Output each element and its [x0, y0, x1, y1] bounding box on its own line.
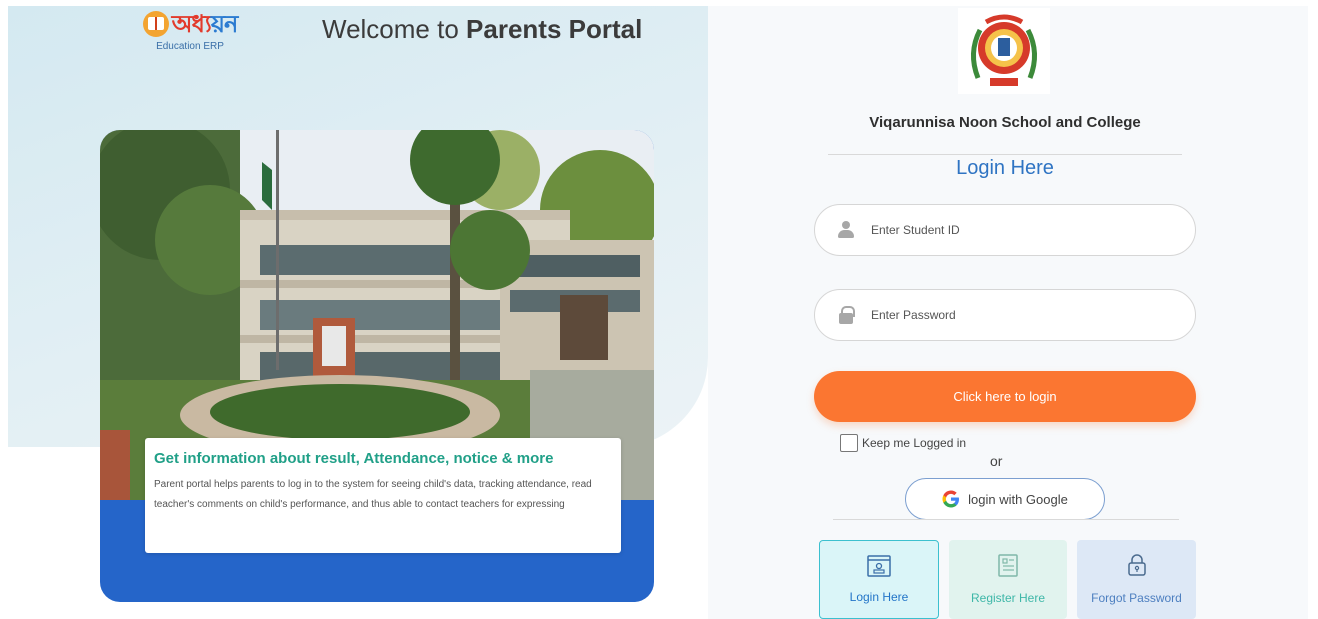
- or-separator: or: [990, 453, 1003, 469]
- school-crest-logo: [958, 8, 1050, 94]
- student-id-field[interactable]: [814, 204, 1196, 256]
- user-icon: [837, 221, 855, 239]
- google-g-icon: [942, 490, 960, 508]
- divider: [828, 154, 1182, 155]
- keep-logged-in-label: Keep me Logged in: [862, 436, 967, 450]
- info-card: Get information about result, Attendance…: [145, 438, 621, 553]
- tile-forgot-password[interactable]: Forgot Password: [1077, 540, 1196, 619]
- google-login-button[interactable]: login with Google: [905, 478, 1105, 520]
- tile-login-here[interactable]: Login Here: [819, 540, 939, 619]
- brand-wordmark: অধ্যয়ন: [171, 10, 239, 38]
- login-heading: Login Here: [956, 157, 1054, 179]
- info-description: Parent portal helps parents to log in to…: [154, 479, 592, 510]
- password-field[interactable]: [814, 289, 1196, 341]
- google-login-label: login with Google: [968, 491, 1068, 507]
- keep-logged-in[interactable]: Keep me Logged in: [840, 434, 966, 452]
- tile-login-label: Login Here: [849, 590, 909, 604]
- page-title: Welcome to Parents Portal: [322, 14, 643, 44]
- parents-portal-login-page: অধ্যয়ন Education ERP Welcome to Parents…: [0, 0, 1318, 619]
- tile-forgot-label: Forgot Password: [1091, 591, 1182, 605]
- register-form-icon: [998, 554, 1018, 577]
- padlock-icon: [1127, 554, 1146, 576]
- info-title: Get information about result, Attendance…: [154, 450, 554, 467]
- school-name: Viqarunnisa Noon School and College: [869, 114, 1141, 131]
- keep-logged-in-checkbox[interactable]: [840, 434, 858, 452]
- student-id-input[interactable]: [871, 223, 1171, 237]
- lock-icon: [837, 306, 855, 324]
- book-logo-icon: [142, 11, 169, 37]
- brand-logo: অধ্যয়ন Education ERP: [128, 10, 252, 52]
- login-submit-button[interactable]: Click here to login: [814, 371, 1196, 422]
- brand-tagline: Education ERP: [156, 41, 224, 52]
- tile-register-here[interactable]: Register Here: [949, 540, 1067, 619]
- login-screen-icon: [867, 555, 891, 577]
- divider: [833, 519, 1179, 520]
- password-input[interactable]: [871, 308, 1171, 322]
- tile-register-label: Register Here: [970, 591, 1046, 605]
